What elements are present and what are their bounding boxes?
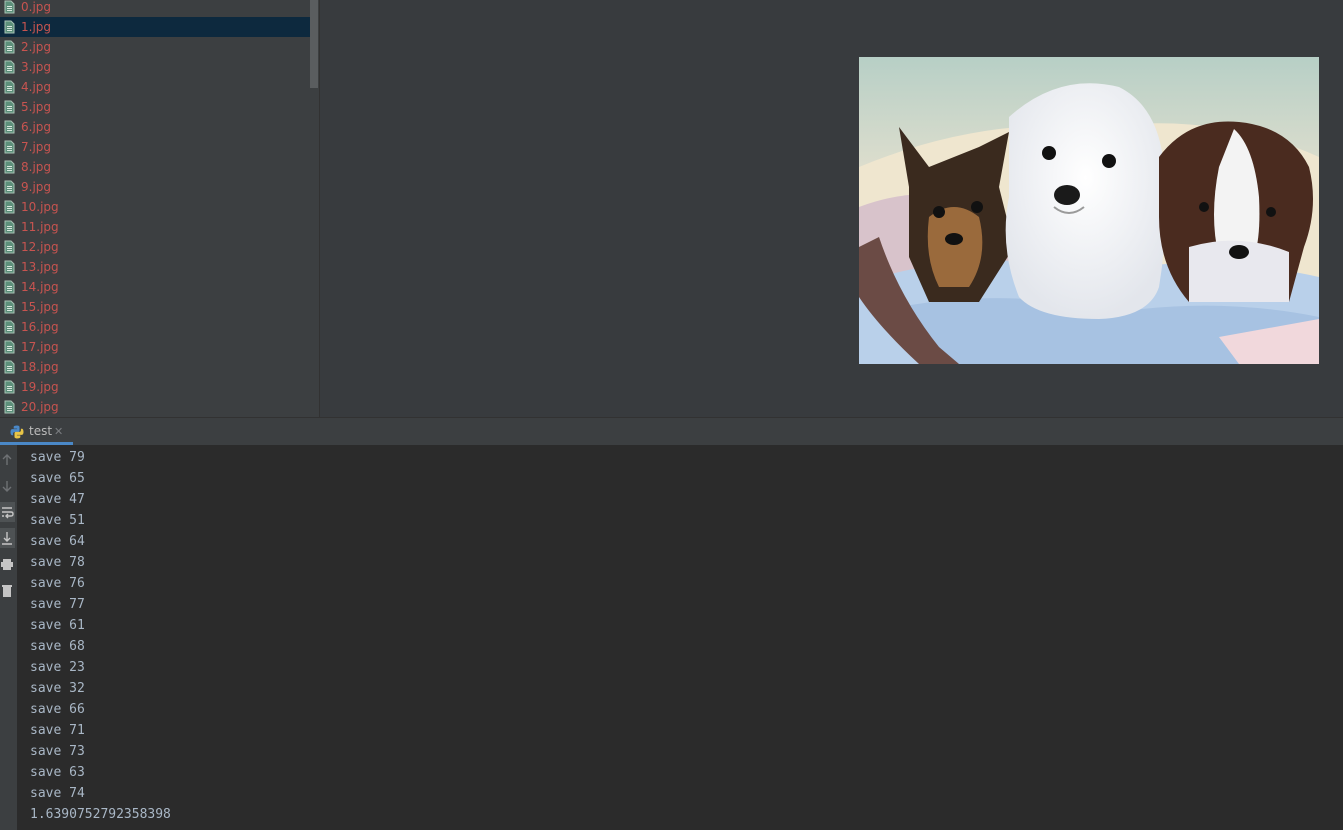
console-line: save 65 bbox=[30, 471, 85, 486]
image-file-icon bbox=[4, 360, 15, 374]
file-item[interactable]: 7.jpg bbox=[0, 137, 310, 157]
run-tab-label: test bbox=[29, 424, 53, 438]
console-line: save 78 bbox=[30, 555, 85, 570]
console-line: save 68 bbox=[30, 639, 85, 654]
console-line: save 71 bbox=[30, 723, 85, 738]
file-label: 19.jpg bbox=[21, 380, 59, 394]
soft-wrap-icon[interactable] bbox=[0, 502, 15, 522]
console-line: save 51 bbox=[30, 513, 85, 528]
file-item[interactable]: 8.jpg bbox=[0, 157, 310, 177]
image-file-icon bbox=[4, 240, 15, 254]
print-icon[interactable] bbox=[0, 554, 15, 574]
file-item[interactable]: 16.jpg bbox=[0, 317, 310, 337]
file-item[interactable]: 10.jpg bbox=[0, 197, 310, 217]
console-line: save 63 bbox=[30, 765, 85, 780]
console-line: save 77 bbox=[30, 597, 85, 612]
image-file-icon bbox=[4, 40, 15, 54]
file-label: 18.jpg bbox=[21, 360, 59, 374]
console-line: save 73 bbox=[30, 744, 85, 759]
puppies-image bbox=[859, 57, 1319, 364]
up-arrow-icon[interactable] bbox=[0, 450, 15, 470]
image-file-icon bbox=[4, 80, 15, 94]
file-item[interactable]: 19.jpg bbox=[0, 377, 310, 397]
console-line: save 79 bbox=[30, 450, 85, 465]
file-item[interactable]: 6.jpg bbox=[0, 117, 310, 137]
console-line: save 74 bbox=[30, 786, 85, 801]
file-label: 6.jpg bbox=[21, 120, 52, 134]
run-toolbar bbox=[0, 445, 17, 830]
image-file-icon bbox=[4, 140, 15, 154]
file-item[interactable]: 9.jpg bbox=[0, 177, 310, 197]
file-label: 7.jpg bbox=[21, 140, 52, 154]
file-label: 3.jpg bbox=[21, 60, 52, 74]
file-label: 9.jpg bbox=[21, 180, 52, 194]
file-item[interactable]: 1.jpg bbox=[0, 17, 310, 37]
image-file-icon bbox=[4, 380, 15, 394]
file-item[interactable]: 18.jpg bbox=[0, 357, 310, 377]
file-item[interactable]: 11.jpg bbox=[0, 217, 310, 237]
console-line: save 64 bbox=[30, 534, 85, 549]
console-line: 1.6390752792358398 bbox=[30, 807, 171, 822]
image-file-icon bbox=[4, 120, 15, 134]
console-line: save 47 bbox=[30, 492, 85, 507]
image-file-icon bbox=[4, 300, 15, 314]
file-item[interactable]: 14.jpg bbox=[0, 277, 310, 297]
console-line: save 23 bbox=[30, 660, 85, 675]
file-item[interactable]: 13.jpg bbox=[0, 257, 310, 277]
console-line: save 76 bbox=[30, 576, 85, 591]
image-file-icon bbox=[4, 100, 15, 114]
image-file-icon bbox=[4, 220, 15, 234]
console-line: save 32 bbox=[30, 681, 85, 696]
image-file-icon bbox=[4, 60, 15, 74]
down-arrow-icon[interactable] bbox=[0, 476, 15, 496]
image-file-icon bbox=[4, 180, 15, 194]
image-file-icon bbox=[4, 340, 15, 354]
image-file-icon bbox=[4, 0, 15, 14]
scroll-to-end-icon[interactable] bbox=[0, 528, 15, 548]
file-item[interactable]: 20.jpg bbox=[0, 397, 310, 417]
trash-icon[interactable] bbox=[0, 580, 15, 600]
image-file-icon bbox=[4, 260, 15, 274]
file-label: 2.jpg bbox=[21, 40, 52, 54]
file-label: 4.jpg bbox=[21, 80, 52, 94]
image-file-icon bbox=[4, 320, 15, 334]
console-output[interactable]: save 79 save 65 save 47 save 51 save 64 save … bbox=[17, 445, 1343, 830]
file-label: 1.jpg bbox=[21, 20, 52, 34]
file-item[interactable]: 2.jpg bbox=[0, 37, 310, 57]
file-label: 20.jpg bbox=[21, 400, 59, 414]
file-label: 5.jpg bbox=[21, 100, 52, 114]
file-label: 11.jpg bbox=[21, 220, 59, 234]
file-label: 15.jpg bbox=[21, 300, 59, 314]
file-label: 16.jpg bbox=[21, 320, 59, 334]
file-item[interactable]: 0.jpg bbox=[0, 0, 310, 17]
image-file-icon bbox=[4, 200, 15, 214]
file-item[interactable]: 12.jpg bbox=[0, 237, 310, 257]
image-file-icon bbox=[4, 160, 15, 174]
image-file-icon bbox=[4, 400, 15, 414]
file-item[interactable]: 4.jpg bbox=[0, 77, 310, 97]
tree-scrollbar[interactable] bbox=[310, 0, 318, 88]
file-item[interactable]: 17.jpg bbox=[0, 337, 310, 357]
close-icon[interactable]: ✕ bbox=[54, 418, 63, 445]
run-tool-window-header: test ✕ bbox=[0, 417, 1343, 446]
file-item[interactable]: 15.jpg bbox=[0, 297, 310, 317]
file-label: 0.jpg bbox=[21, 0, 52, 14]
file-item[interactable]: 3.jpg bbox=[0, 57, 310, 77]
image-file-icon bbox=[4, 20, 15, 34]
file-label: 13.jpg bbox=[21, 260, 59, 274]
python-icon bbox=[10, 425, 24, 439]
file-label: 10.jpg bbox=[21, 200, 59, 214]
console-line: save 61 bbox=[30, 618, 85, 633]
project-tree-panel: 0.jpg 1.jpg 2.jpg 3.jpg 4.jpg 5.jpg 6.jpg 7.jpg… bbox=[0, 0, 320, 417]
console-line: save 66 bbox=[30, 702, 85, 717]
image-file-icon bbox=[4, 280, 15, 294]
file-item[interactable]: 5.jpg bbox=[0, 97, 310, 117]
run-tab[interactable]: test ✕ bbox=[0, 418, 73, 445]
file-label: 8.jpg bbox=[21, 160, 52, 174]
file-label: 14.jpg bbox=[21, 280, 59, 294]
image-viewer bbox=[320, 0, 1343, 417]
file-label: 12.jpg bbox=[21, 240, 59, 254]
file-label: 17.jpg bbox=[21, 340, 59, 354]
